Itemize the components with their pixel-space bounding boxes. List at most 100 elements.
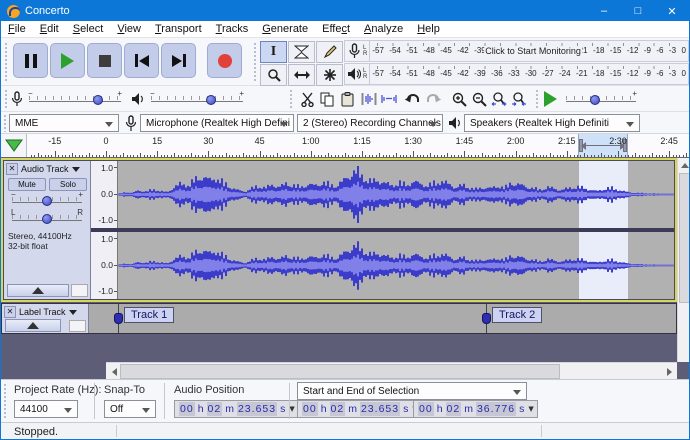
menu-effect[interactable]: Effect — [315, 22, 357, 36]
playback-meter[interactable]: LR -57-54-51-48-45-42-39-36-33-30-27-24-… — [344, 63, 689, 85]
menu-select[interactable]: Select — [66, 22, 111, 36]
track-menu-icon[interactable] — [69, 310, 77, 315]
panel-resize-box[interactable] — [69, 320, 86, 332]
play-button[interactable] — [50, 43, 85, 78]
zoom-tool-button[interactable] — [260, 64, 287, 86]
paste-button[interactable] — [337, 89, 357, 109]
meter-db-value: -18 — [593, 69, 605, 78]
close-button[interactable]: ✕ — [655, 1, 689, 21]
play-speed-slider[interactable]: + — [566, 93, 636, 105]
collapse-track-button[interactable] — [7, 284, 69, 297]
track-title[interactable]: Label Track — [19, 307, 66, 317]
track-title[interactable]: Audio Track — [21, 164, 69, 174]
gain-slider[interactable]: − + — [12, 194, 82, 206]
label-marker-icon[interactable] — [482, 313, 491, 324]
vertical-ruler-ch1[interactable]: 1.0 0.0 -1.0 — [91, 161, 118, 228]
copy-button[interactable] — [317, 89, 337, 109]
trim-audio-button[interactable] — [359, 89, 379, 109]
record-volume-slider[interactable]: − + — [29, 93, 121, 105]
skip-to-end-button[interactable] — [161, 43, 196, 78]
pan-slider[interactable]: L R — [12, 212, 82, 224]
vertical-ruler-ch2[interactable]: 1.0 0.0 -1.0 — [91, 232, 118, 299]
selection-tool-button[interactable]: I — [260, 41, 287, 63]
selection-start-field[interactable]: 00h02m23.653s▼ — [297, 400, 422, 418]
silence-audio-button[interactable] — [379, 89, 399, 109]
record-volume-thumb[interactable] — [93, 95, 103, 105]
meter-db-value: -51 — [406, 46, 418, 55]
pan-thumb[interactable] — [42, 214, 52, 224]
horizontal-scrollbar[interactable] — [106, 362, 677, 379]
skip-to-start-button[interactable] — [124, 43, 159, 78]
scroll-right-arrow[interactable] — [661, 363, 677, 380]
horizontal-scroll-thumb[interactable] — [120, 364, 560, 379]
zoom-selection-button[interactable] — [489, 89, 509, 109]
play-volume-thumb[interactable] — [206, 95, 216, 105]
audio-host-select[interactable]: MME — [9, 114, 119, 132]
track-menu-icon[interactable] — [72, 167, 80, 172]
zoom-fit-button[interactable] — [509, 89, 529, 109]
label-marker-icon[interactable] — [114, 313, 123, 324]
menu-transport[interactable]: Transport — [148, 22, 209, 36]
waveform-channel-2[interactable] — [118, 232, 674, 299]
close-track-button[interactable]: ✕ — [4, 306, 16, 318]
label-track-area[interactable]: Track 1 Track 2 — [89, 304, 676, 333]
stop-button[interactable] — [87, 43, 122, 78]
transport-grabber[interactable] — [4, 42, 9, 82]
timefield-menu-icon[interactable]: ▼ — [289, 405, 294, 413]
selection-range-mode-select[interactable]: Start and End of Selection — [297, 382, 527, 400]
recording-meter[interactable]: LR -57-54-51-48-45-42-39-36-33-30-27-24-… — [344, 40, 689, 62]
meter-db-value: -3 — [669, 46, 676, 55]
vertical-scrollbar[interactable] — [677, 158, 690, 379]
playback-device-select[interactable]: Speakers (Realtek High Definiti — [464, 114, 640, 132]
menu-generate[interactable]: Generate — [255, 22, 315, 36]
time-ruler[interactable]: -1501530451:001:151:301:452:002:152:302:… — [27, 134, 689, 157]
menu-edit[interactable]: Edit — [33, 22, 66, 36]
maximize-button[interactable]: □ — [621, 1, 655, 21]
tools-grabber[interactable] — [253, 42, 258, 82]
label-text[interactable]: Track 2 — [492, 307, 542, 323]
scroll-up-arrow[interactable] — [678, 158, 690, 172]
cut-button[interactable] — [297, 89, 317, 109]
play-speed-grabber[interactable] — [535, 89, 540, 109]
multi-tool-button[interactable] — [316, 64, 343, 86]
selection-end-field[interactable]: 00h02m36.776s▼ — [413, 400, 538, 418]
draw-tool-button[interactable] — [316, 41, 343, 63]
redo-button[interactable] — [423, 89, 443, 109]
timeshift-tool-button[interactable] — [288, 64, 315, 86]
zoom-in-button[interactable] — [449, 89, 469, 109]
waveform-channel-1[interactable] — [118, 161, 674, 228]
close-track-button[interactable]: ✕ — [6, 163, 18, 175]
menu-help[interactable]: Help — [410, 22, 447, 36]
undo-button[interactable] — [403, 89, 423, 109]
zoom-out-button[interactable] — [469, 89, 489, 109]
recording-channels-select[interactable]: 2 (Stereo) Recording Channels — [297, 114, 443, 132]
selection-grabber[interactable] — [3, 383, 8, 419]
mixer-grabber[interactable] — [4, 89, 9, 109]
monitor-prompt[interactable]: Click to Start Monitoring — [484, 46, 582, 56]
snap-to-select[interactable]: Off — [104, 400, 156, 418]
menu-view[interactable]: View — [110, 22, 148, 36]
record-button[interactable] — [207, 43, 242, 78]
gain-thumb[interactable] — [42, 196, 52, 206]
play-at-speed-button[interactable] — [544, 91, 557, 107]
play-volume-slider[interactable]: − + — [151, 93, 243, 105]
menu-analyze[interactable]: Analyze — [357, 22, 410, 36]
pause-button[interactable] — [13, 43, 48, 78]
menu-file[interactable]: File — [1, 22, 33, 36]
timefield-menu-icon[interactable]: ▼ — [528, 405, 533, 413]
project-rate-select[interactable]: 44100 — [14, 400, 78, 418]
label-text[interactable]: Track 1 — [124, 307, 174, 323]
envelope-tool-button[interactable] — [288, 41, 315, 63]
audio-position-field[interactable]: 00h02m23.653s▼ — [174, 400, 299, 418]
record-meter-right-label: R — [363, 51, 367, 57]
vertical-scroll-thumb[interactable] — [679, 173, 690, 303]
collapse-track-button[interactable] — [5, 319, 61, 332]
minimize-button[interactable]: – — [587, 1, 621, 21]
panel-resize-box[interactable] — [71, 284, 88, 297]
play-speed-thumb[interactable] — [590, 95, 600, 105]
edit-grabber[interactable] — [289, 89, 294, 109]
device-grabber[interactable] — [3, 114, 8, 132]
menu-tracks[interactable]: Tracks — [209, 22, 256, 36]
recording-device-select[interactable]: Microphone (Realtek High Defini — [140, 114, 294, 132]
timeline-options-button[interactable] — [1, 134, 27, 157]
